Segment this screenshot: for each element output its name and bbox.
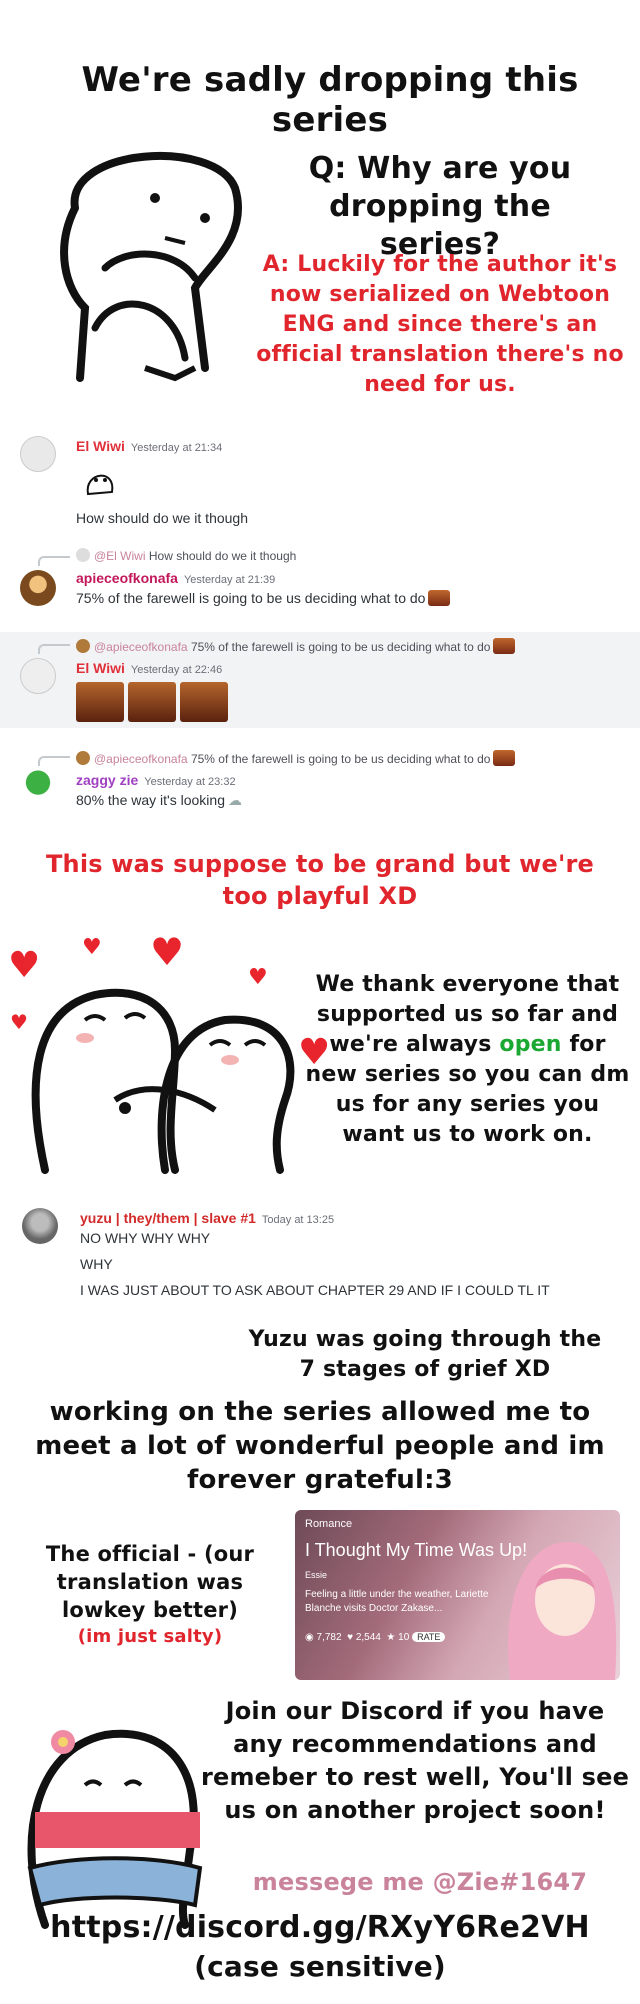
chat-message: @apieceofkonafa 75% of the farewell is g… xyxy=(0,746,640,822)
chat-message: yuzu | they/them | slave #1 Today at 13:2… xyxy=(0,1200,640,1300)
timestamp: Yesterday at 21:39 xyxy=(183,574,276,586)
contact-text: messege me @Zie#1647 xyxy=(252,1868,588,1896)
username[interactable]: El Wiwi xyxy=(76,438,125,454)
reaction-face-icon xyxy=(428,590,451,606)
reply-preview[interactable]: @apieceofkonafa 75% of the farewell is g… xyxy=(76,638,516,654)
heart-count-icon: ♥ xyxy=(347,1632,354,1643)
avatar[interactable] xyxy=(22,1208,58,1244)
message-text: WHY xyxy=(80,1256,113,1272)
discord-link[interactable]: https://discord.gg/RXyY6Re2VH xyxy=(20,1910,620,1945)
avatar[interactable] xyxy=(20,436,56,472)
salty-caption: (im just salty) xyxy=(77,1626,223,1647)
chat-message: @apieceofkonafa 75% of the farewell is g… xyxy=(0,632,640,728)
message-text: NO WHY WHY WHY xyxy=(80,1230,211,1246)
webtoon-card[interactable]: Romance I Thought My Time Was Up! Essie … xyxy=(295,1510,620,1680)
question-text: Q: Why are you dropping the series? xyxy=(308,151,572,262)
ghost-sticker-icon xyxy=(86,474,114,496)
answer-text: A: Luckily for the author it's now seria… xyxy=(256,252,624,397)
message-text: How should do we it though xyxy=(76,510,248,526)
username[interactable]: zaggy zie xyxy=(76,772,138,788)
username[interactable]: El Wiwi xyxy=(76,660,125,676)
avatar[interactable] xyxy=(20,570,56,606)
thanks-message: We thank everyone that supported us so f… xyxy=(305,972,630,1147)
flower-blob-illustration xyxy=(27,1729,203,1929)
avatar[interactable] xyxy=(20,770,56,806)
laughing-face-icon xyxy=(128,682,176,722)
hugging-blobs-illustration xyxy=(31,988,295,1174)
cloud-emoji-icon: ☁ xyxy=(227,792,242,808)
message-text: 75% of the farewell is going to be us de… xyxy=(76,590,451,606)
laughing-emoji-row xyxy=(76,682,236,722)
card-blurb: Feeling a little under the weather, Lari… xyxy=(305,1589,489,1614)
timestamp: Yesterday at 23:32 xyxy=(144,776,236,788)
yuzu-caption: Yuzu was going through the 7 stages of g… xyxy=(248,1327,602,1382)
playful-caption: This was suppose to be grand but we're t… xyxy=(45,850,595,910)
timestamp: Today at 13:25 xyxy=(261,1214,335,1226)
reaction-face-icon xyxy=(493,750,516,766)
eye-icon: ◉ xyxy=(305,1632,314,1643)
message-text: 80% the way it's looking ☁ xyxy=(76,792,242,808)
rate-button[interactable]: RATE xyxy=(412,1632,446,1642)
cover-art-illustration xyxy=(508,1541,617,1680)
username[interactable]: yuzu | they/them | slave #1 xyxy=(80,1210,256,1226)
heart-icon: ♥ xyxy=(82,935,102,960)
chat-message: El Wiwi Yesterday at 21:34 How should do … xyxy=(0,430,640,530)
genre-label: Romance xyxy=(305,1518,353,1530)
username[interactable]: apieceofkonafa xyxy=(76,570,178,586)
message-text: I WAS JUST ABOUT TO ASK ABOUT CHAPTER 29… xyxy=(80,1282,550,1298)
discord-invite-text: Join our Discord if you have any recomme… xyxy=(200,1697,630,1824)
open-highlight: open xyxy=(499,1032,562,1057)
case-sensitive-note: (case sensitive) xyxy=(194,1950,446,1983)
timestamp: Yesterday at 21:34 xyxy=(130,442,223,454)
avatar[interactable] xyxy=(20,658,56,694)
grateful-caption: working on the series allowed me to meet… xyxy=(35,1397,605,1495)
card-stats: ◉ 7,782 ♥ 2,544 ★ 10 RATE xyxy=(305,1632,446,1643)
laughing-face-icon xyxy=(180,682,228,722)
author-label: Essie xyxy=(305,1570,328,1580)
timestamp: Yesterday at 22:46 xyxy=(130,664,223,676)
reply-preview[interactable]: @El Wiwi How should do we it though xyxy=(76,548,296,563)
reaction-face-icon xyxy=(493,638,516,654)
laughing-face-icon xyxy=(76,682,124,722)
star-icon: ★ xyxy=(386,1632,396,1643)
chat-message: @El Wiwi How should do we it though apie… xyxy=(0,546,640,622)
reply-preview[interactable]: @apieceofkonafa 75% of the farewell is g… xyxy=(76,750,516,766)
official-caption: The official - (our translation was lowk… xyxy=(45,1542,255,1622)
sad-blob-illustration xyxy=(60,152,242,382)
